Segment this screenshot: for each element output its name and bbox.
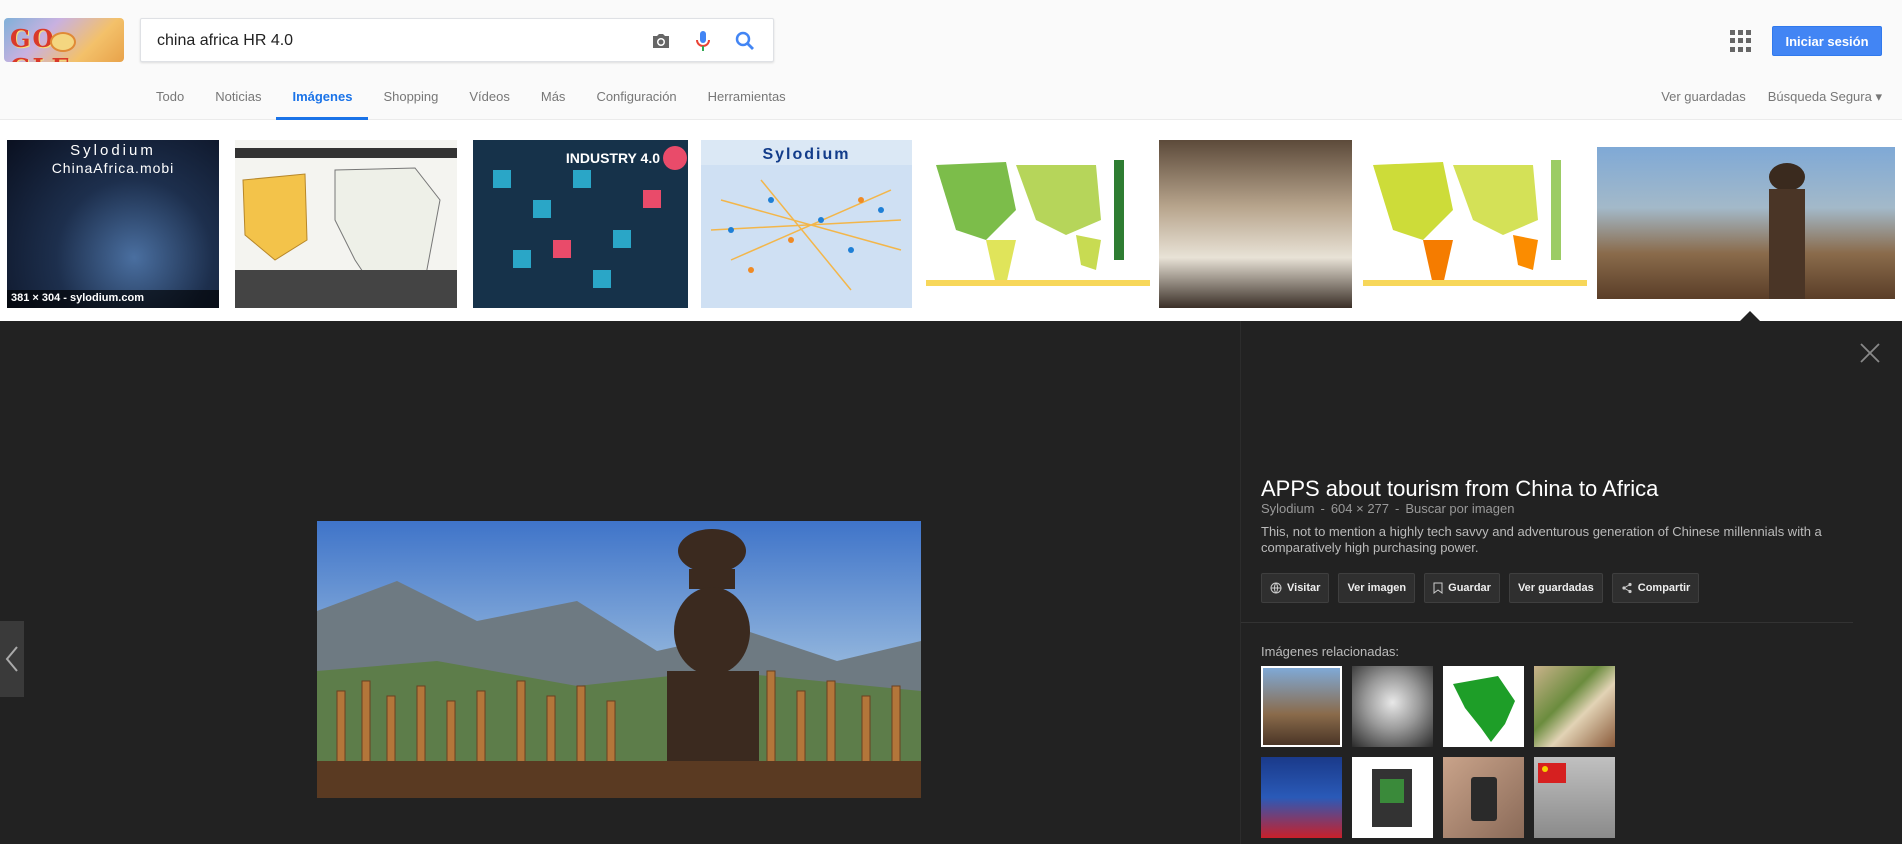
statue-graphic	[1769, 163, 1805, 299]
image-result-thumbnail[interactable]	[235, 140, 457, 308]
tab-mas[interactable]: Más	[541, 88, 566, 120]
world-map-chart	[1363, 160, 1587, 286]
selected-image-thumbnail[interactable]	[1597, 147, 1895, 299]
search-by-image-link[interactable]: Buscar por imagen	[1405, 501, 1514, 516]
tab-noticias[interactable]: Noticias	[215, 88, 261, 120]
image-result-thumbnail[interactable]	[1159, 140, 1352, 308]
related-image-thumbnail[interactable]	[1534, 666, 1615, 747]
preview-image[interactable]	[317, 521, 921, 798]
network-map-graphic	[701, 165, 912, 308]
image-description: This, not to mention a highly tech savvy…	[1261, 524, 1822, 555]
google-doodle-logo[interactable]: GO GLE	[4, 18, 124, 62]
previous-image-button[interactable]	[0, 621, 24, 697]
image-meta: Sylodium -604 × 277- Buscar por imagen	[1261, 501, 1515, 516]
visit-label: Visitar	[1287, 582, 1321, 594]
flag-graphic	[1538, 763, 1566, 783]
africa-map-icon	[1453, 676, 1515, 742]
image-result-thumbnail[interactable]: INDUSTRY 4.0	[473, 140, 688, 308]
usb-device-graphic	[1471, 777, 1497, 821]
related-image-thumbnail[interactable]	[1352, 757, 1433, 838]
saved-link[interactable]: Ver guardadas	[1661, 89, 1746, 105]
divider	[1241, 622, 1853, 623]
related-image-thumbnail[interactable]	[1352, 666, 1433, 747]
safe-search-dropdown[interactable]: Búsqueda Segura ▾	[1768, 89, 1882, 105]
chevron-left-icon	[5, 646, 18, 672]
image-results-strip: Sylodium ChinaAfrica.mobi 381 × 304 - sy…	[0, 121, 1902, 321]
image-dimensions: 604 × 277	[1330, 501, 1390, 516]
search-icon[interactable]	[733, 29, 757, 53]
related-image-thumbnail[interactable]	[1261, 666, 1342, 747]
selection-caret	[1740, 311, 1760, 321]
action-buttons: Visitar Ver imagen Guardar Ver guardadas…	[1261, 573, 1708, 603]
related-image-thumbnail[interactable]	[1443, 757, 1524, 838]
search-box	[140, 18, 774, 62]
image-dimensions-label: 381 × 304 - sylodium.com	[7, 290, 219, 308]
related-images-label: Imágenes relacionadas:	[1261, 644, 1400, 659]
tab-videos[interactable]: Vídeos	[469, 88, 509, 120]
share-label: Compartir	[1637, 582, 1691, 594]
preview-image-graphic	[317, 521, 921, 798]
view-saved-button[interactable]: Ver guardadas	[1508, 573, 1603, 603]
microphone-icon[interactable]	[691, 29, 715, 53]
tab-imagenes[interactable]: Imágenes	[276, 88, 369, 120]
tab-herramientas[interactable]: Herramientas	[708, 88, 786, 120]
search-tabs: Todo Noticias Imágenes Shopping Vídeos M…	[156, 88, 817, 120]
header: GO GLE Iniciar sesión Todo Noticias Imág…	[0, 0, 1902, 120]
image-preview-panel: APPS about tourism from China to Africa …	[0, 321, 1902, 844]
thumb-title: Sylodium	[70, 142, 156, 159]
image-result-thumbnail[interactable]: Sylodium ChinaAfrica.mobi 381 × 304 - sy…	[7, 140, 219, 308]
tab-todo[interactable]: Todo	[156, 88, 184, 120]
search-input[interactable]	[157, 29, 627, 53]
thumb-subtitle: ChinaAfrica.mobi	[51, 160, 175, 176]
related-image-thumbnail[interactable]	[1261, 757, 1342, 838]
view-image-button[interactable]: Ver imagen	[1338, 573, 1416, 603]
globe-icon	[1270, 582, 1282, 594]
apps-grid-icon[interactable]	[1730, 30, 1752, 52]
tab-configuracion[interactable]: Configuración	[596, 88, 676, 120]
related-image-thumbnail[interactable]	[1443, 666, 1524, 747]
image-result-thumbnail[interactable]	[926, 140, 1150, 308]
share-icon	[1622, 582, 1632, 594]
save-label: Guardar	[1448, 582, 1491, 594]
image-details-sidebar: APPS about tourism from China to Africa …	[1240, 321, 1902, 844]
tab-shopping[interactable]: Shopping	[383, 88, 438, 120]
bookmark-icon	[1433, 582, 1443, 594]
right-links: Ver guardadas Búsqueda Segura ▾	[1639, 89, 1882, 105]
related-image-thumbnail[interactable]	[1534, 757, 1615, 838]
image-result-thumbnail[interactable]	[1363, 140, 1587, 308]
image-source[interactable]: Sylodium	[1261, 501, 1314, 516]
share-button[interactable]: Compartir	[1611, 573, 1700, 603]
signin-button[interactable]: Iniciar sesión	[1772, 26, 1882, 56]
image-title[interactable]: APPS about tourism from China to Africa	[1261, 476, 1658, 502]
world-map-chart	[926, 160, 1150, 286]
device-box-graphic	[1372, 769, 1412, 827]
sylodium-map-title: Sylodium	[762, 146, 851, 163]
save-button[interactable]: Guardar	[1424, 573, 1500, 603]
africa-map-graphic	[235, 167, 457, 308]
image-result-thumbnail[interactable]: Sylodium	[701, 140, 912, 308]
close-icon[interactable]	[1858, 341, 1882, 365]
visit-button[interactable]: Visitar	[1261, 573, 1330, 603]
doodle-art	[50, 32, 76, 52]
industry-label: INDUSTRY 4.0	[565, 150, 660, 166]
camera-icon[interactable]	[649, 29, 673, 53]
